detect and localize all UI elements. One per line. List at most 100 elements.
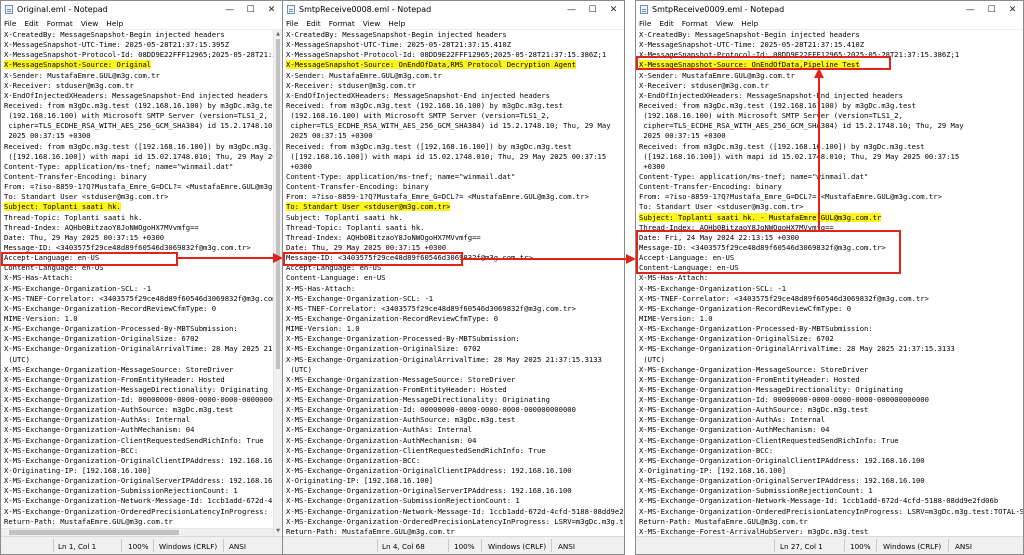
- text-line: Subject: Toplanti saati hk. - MustafaEmr…: [639, 212, 1023, 223]
- menu-file[interactable]: File: [639, 19, 651, 28]
- close-button[interactable]: ✕: [603, 1, 624, 18]
- text-line: Received: from m3gDc.m3g.test ([192.168.…: [639, 141, 925, 151]
- text-line: X-Sender: MustafaEmre.GUL@m3g.com.tr: [4, 70, 160, 80]
- text-line: X-MS-Exchange-Organization-Processed-By-…: [286, 334, 520, 344]
- text-line: X-MS-Exchange-Organization-MessageSource…: [4, 364, 234, 374]
- menu-view[interactable]: View: [363, 19, 381, 28]
- window-title: SmtpReceive0009.eml - Notepad: [652, 5, 785, 14]
- menu-format[interactable]: Format: [682, 19, 708, 28]
- arrow-right-icon: [462, 254, 636, 264]
- text-line: X-MS-Exchange-Organization-AuthSource: m…: [286, 415, 516, 425]
- status-bar: Ln 27, Col 1 100% Windows (CRLF) ANSI: [636, 536, 1023, 554]
- horizontal-scrollbar[interactable]: [1, 528, 273, 536]
- text-line: X-MS-Exchange-Organization-MessageSource…: [286, 374, 516, 384]
- scroll-down-icon[interactable]: ▼: [274, 527, 282, 536]
- text-line: X-MS-Exchange-Organization-OriginalArriv…: [639, 344, 955, 354]
- menu-edit[interactable]: Edit: [659, 19, 673, 28]
- minimize-button[interactable]: —: [219, 1, 240, 18]
- text-line: X-MS-Exchange-Organization-OrderedPrecis…: [286, 516, 624, 526]
- menu-bar: File Edit Format View Help: [1, 18, 282, 30]
- menu-file[interactable]: File: [4, 19, 16, 28]
- text-line: X-MS-Exchange-Organization-MessageSource…: [639, 364, 869, 374]
- text-editor[interactable]: X-CreatedBy: MessageSnapshot-Begin injec…: [1, 30, 273, 536]
- notepad-window-original: Original.eml - Notepad — ☐ ✕ File Edit F…: [0, 0, 283, 555]
- menu-format[interactable]: Format: [47, 19, 73, 28]
- text-line: Thread-Index: AQHb0BitzaoY8JoNWOgoHX7MVv…: [286, 232, 481, 242]
- text-line: Received: from m3gDc.m3g.test (192.168.1…: [286, 100, 563, 110]
- maximize-button[interactable]: ☐: [981, 1, 1002, 18]
- title-bar[interactable]: SmtpReceive0009.eml - Notepad — ☐ ✕: [636, 1, 1023, 18]
- menu-help[interactable]: Help: [741, 19, 758, 28]
- text-line: X-MS-Has-Attach:: [4, 273, 74, 283]
- text-line: MIME-Version: 1.0: [639, 313, 713, 323]
- text-line: Thread-Topic: Toplanti saati hk.: [4, 212, 143, 222]
- text-line: X-MS-Exchange-Organization-OriginalArriv…: [286, 354, 602, 364]
- menu-edit[interactable]: Edit: [24, 19, 38, 28]
- text-line: Content-Type: application/ms-tnef; name=…: [4, 161, 234, 171]
- text-line: (192.168.16.100) with Microsoft SMTP Ser…: [639, 111, 903, 121]
- text-line: X-Receiver: stduser@m3g.com.tr: [286, 80, 416, 90]
- status-line-ending: Windows (CRLF): [883, 542, 942, 551]
- text-editor[interactable]: X-CreatedBy: MessageSnapshot-Begin injec…: [283, 30, 624, 536]
- scroll-up-icon[interactable]: ▲: [274, 30, 282, 39]
- text-line: Return-Path: MustafaEmre.GUL@m3g.com.tr: [286, 526, 455, 536]
- text-line: X-MS-Exchange-Organization-AuthMechanism…: [286, 435, 477, 445]
- notepad-window-smtpreceive0009: SmtpReceive0009.eml - Notepad — ☐ ✕ File…: [635, 0, 1024, 555]
- maximize-button[interactable]: ☐: [582, 1, 603, 18]
- text-line: X-Receiver: stduser@m3g.com.tr: [4, 80, 134, 90]
- menu-edit[interactable]: Edit: [306, 19, 320, 28]
- menu-help[interactable]: Help: [106, 19, 123, 28]
- text-line: X-MS-Exchange-Organization-OriginalClien…: [4, 455, 273, 465]
- text-line: To: Standart User <stduser@m3g.com.tr>: [286, 202, 624, 212]
- text-line: X-MessageSnapshot-Source: OnEndOfData,RM…: [286, 60, 624, 70]
- text-line: X-Sender: MustafaEmre.GUL@m3g.com.tr: [286, 70, 442, 80]
- text-line: X-MS-Exchange-Organization-OrderedPrecis…: [4, 506, 273, 516]
- text-line: Content-Type: application/ms-tnef; name=…: [286, 171, 516, 181]
- text-line: X-MessageSnapshot-Source: Original: [4, 60, 273, 70]
- text-line: MIME-Version: 1.0: [286, 324, 360, 334]
- menu-bar: File Edit Format View Help: [283, 18, 624, 30]
- text-line: X-MS-Exchange-Organization-AuthAs: Inter…: [286, 425, 473, 435]
- text-line: 2025 00:37:15 +0300: [4, 131, 91, 141]
- menu-view[interactable]: View: [81, 19, 99, 28]
- text-line: X-MS-Exchange-Organization-Processed-By-…: [639, 324, 873, 334]
- maximize-button[interactable]: ☐: [240, 1, 261, 18]
- text-line: X-MS-Exchange-Organization-SubmissionRej…: [639, 486, 873, 496]
- close-button[interactable]: ✕: [1002, 1, 1023, 18]
- menu-view[interactable]: View: [716, 19, 734, 28]
- minimize-button[interactable]: —: [561, 1, 582, 18]
- text-line: X-Receiver: stduser@m3g.com.tr: [639, 80, 769, 90]
- menu-format[interactable]: Format: [329, 19, 355, 28]
- status-line-ending: Windows (CRLF): [488, 542, 547, 551]
- text-line: X-MS-Exchange-Organization-BCC:: [639, 445, 774, 455]
- text-line: X-MS-Has-Attach:: [639, 273, 709, 283]
- title-bar[interactable]: SmtpReceive0008.eml - Notepad — ☐ ✕: [283, 1, 624, 18]
- text-line: (UTC): [4, 354, 30, 364]
- text-line: X-MS-TNEF-Correlator: <3403575f29ce48d89…: [4, 293, 273, 303]
- text-line: Content-Language: en-US: [286, 273, 386, 283]
- text-line: X-MS-Exchange-Organization-SubmissionRej…: [4, 486, 238, 496]
- text-line: Received: from m3gDc.m3g.test (192.168.1…: [4, 100, 273, 110]
- text-editor[interactable]: X-CreatedBy: MessageSnapshot-Begin injec…: [636, 30, 1023, 536]
- text-line: X-MS-Exchange-Organization-FromEntityHea…: [286, 384, 507, 394]
- text-line: Date: Thu, 29 May 2025 00:37:15 +0300: [4, 232, 165, 242]
- menu-help[interactable]: Help: [388, 19, 405, 28]
- text-line: X-MS-Exchange-Organization-Id: 00000000-…: [4, 395, 273, 405]
- status-zoom: 100%: [128, 542, 149, 551]
- close-button[interactable]: ✕: [261, 1, 282, 18]
- menu-file[interactable]: File: [286, 19, 298, 28]
- text-line: From: =?iso-8859-1?Q?Mustafa_Emre_G=DCL?…: [286, 192, 589, 202]
- text-line: X-MS-Exchange-Organization-Processed-By-…: [4, 324, 238, 334]
- title-bar[interactable]: Original.eml - Notepad — ☐ ✕: [1, 1, 282, 18]
- vertical-scrollbar[interactable]: ▲ ▼: [273, 30, 282, 536]
- annotation-box-source-smtp0009: [636, 56, 891, 70]
- horizontal-scroll-thumb[interactable]: [9, 530, 179, 535]
- text-line: X-EndOfInjectedXHeaders: MessageSnapshot…: [639, 90, 903, 100]
- minimize-button[interactable]: —: [960, 1, 981, 18]
- scroll-thumb[interactable]: [276, 39, 280, 369]
- text-line: X-CreatedBy: MessageSnapshot-Begin injec…: [4, 30, 225, 39]
- text-line: X-MS-Exchange-Organization-AuthAs: Inter…: [4, 415, 191, 425]
- text-line: 2025 00:37:15 +0300: [286, 131, 373, 141]
- text-line: cipher=TLS_ECDHE_RSA_WITH_AES_256_GCM_SH…: [4, 121, 273, 131]
- annotation-box-subject-date-smtp0009: [636, 230, 901, 274]
